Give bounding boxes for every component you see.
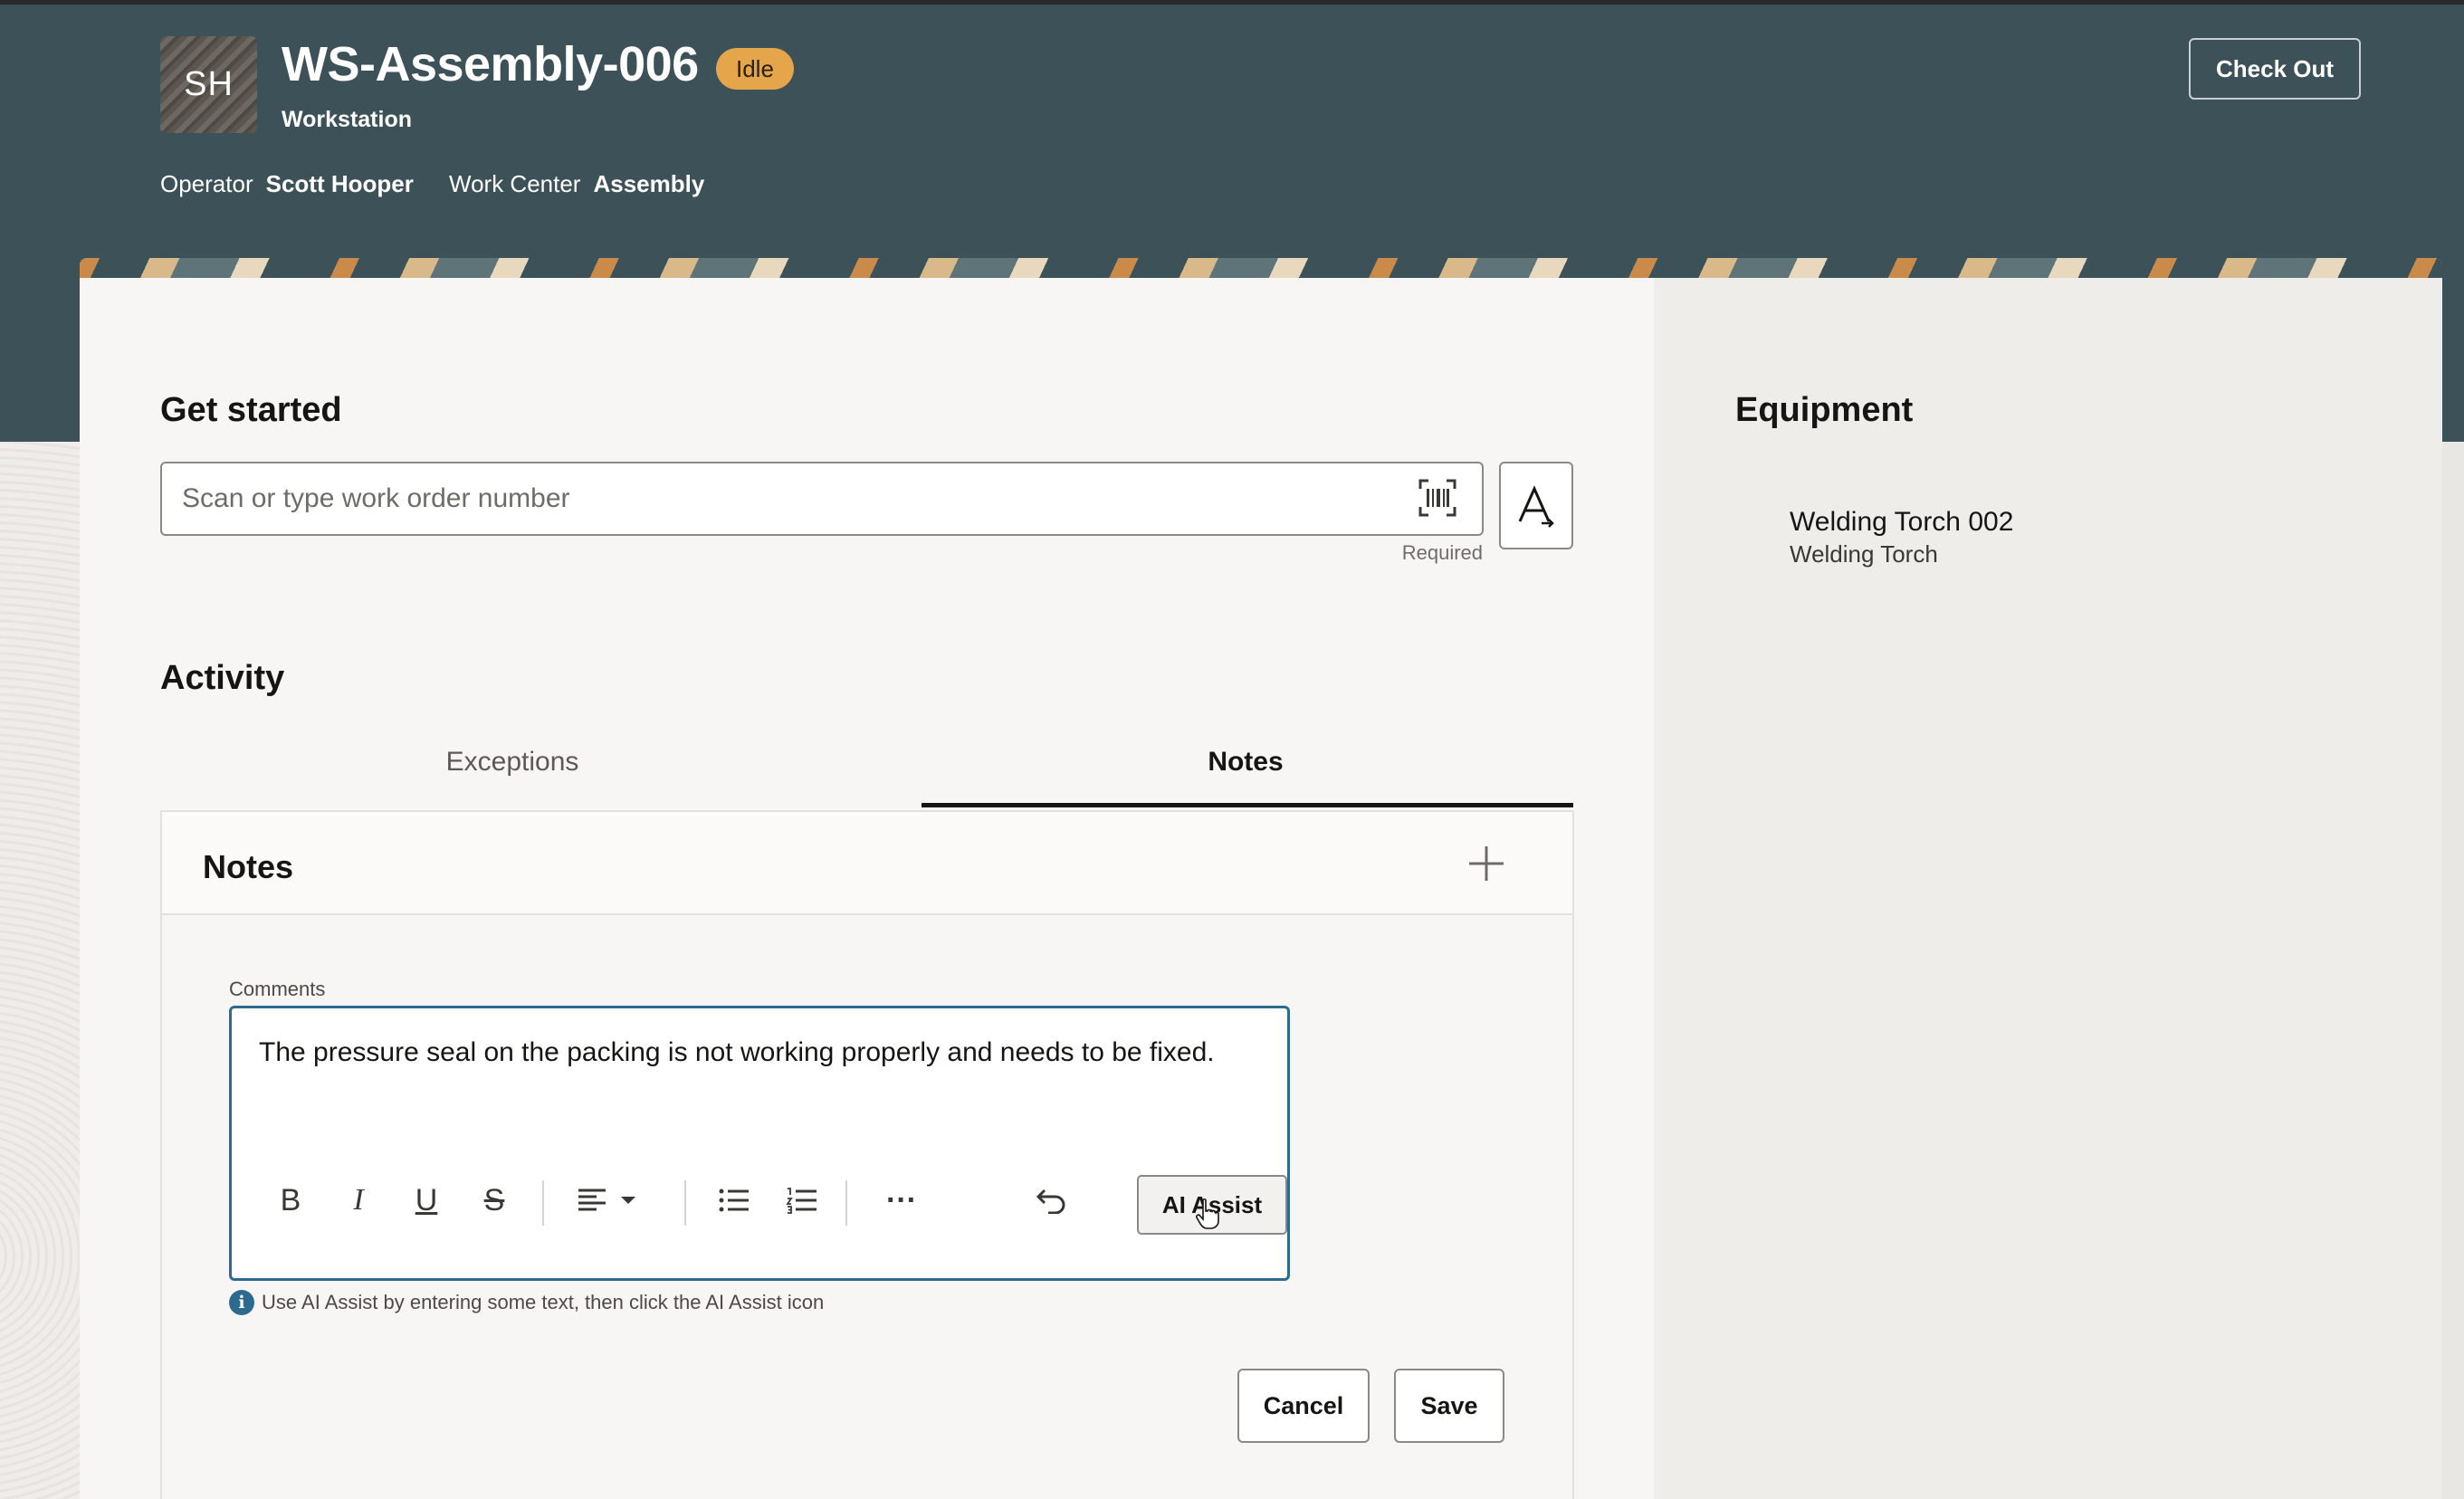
activity-heading: Activity (160, 659, 285, 697)
main-card: Get started Scan or type work order numb… (80, 258, 2442, 1499)
required-label: Required (1401, 541, 1483, 564)
bullet-list-icon (719, 1189, 749, 1212)
save-button[interactable]: Save (1394, 1369, 1504, 1443)
avatar: SH (160, 36, 257, 133)
comment-text[interactable]: The pressure seal on the packing is not … (259, 1037, 1215, 1068)
tab-exceptions[interactable]: Exceptions (241, 747, 784, 778)
work-order-input[interactable]: Scan or type work order number (160, 462, 1484, 536)
operator-info: Operator Scott Hooper (160, 170, 414, 198)
equipment-item-name[interactable]: Welding Torch 002 (1790, 507, 2013, 538)
cancel-button[interactable]: Cancel (1237, 1369, 1370, 1443)
undo-icon (1036, 1189, 1065, 1214)
ai-assist-hint: i Use AI Assist by entering some text, t… (229, 1290, 824, 1315)
numbered-list-button[interactable] (775, 1173, 829, 1227)
cursor-hand-icon (1196, 1198, 1219, 1229)
bullet-list-button[interactable] (707, 1173, 761, 1227)
decorative-banner (80, 258, 2442, 278)
get-started-heading: Get started (160, 391, 342, 429)
text-entry-icon (1518, 484, 1554, 528)
bold-button[interactable]: B (268, 1173, 313, 1227)
background-edge (2442, 442, 2464, 1499)
notes-header: Notes (162, 812, 1572, 915)
work-center-info: Work Center Assembly (449, 170, 704, 198)
page-title: WS-Assembly-006 (282, 37, 699, 91)
toolbar-divider (542, 1180, 544, 1226)
text-entry-button[interactable] (1499, 462, 1573, 549)
strikethrough-icon: S (483, 1182, 505, 1217)
align-dropdown[interactable] (567, 1173, 648, 1227)
check-out-button[interactable]: Check Out (2189, 38, 2361, 100)
numbered-list-icon (786, 1188, 817, 1214)
background-pattern (0, 442, 80, 1499)
toolbar-divider (845, 1180, 847, 1226)
page-subtitle: Workstation (282, 107, 412, 132)
barcode-scan-icon[interactable] (1418, 478, 1457, 518)
plus-icon[interactable] (1464, 841, 1509, 886)
underline-icon: U (415, 1182, 438, 1217)
comments-label: Comments (229, 978, 326, 1000)
hint-text: Use AI Assist by entering some text, the… (262, 1291, 825, 1313)
undo-button[interactable] (1024, 1173, 1078, 1227)
work-order-placeholder: Scan or type work order number (182, 483, 570, 513)
equipment-heading: Equipment (1735, 391, 1914, 429)
more-options-button[interactable]: ··· (870, 1173, 933, 1227)
status-badge: Idle (716, 48, 794, 90)
strikethrough-button[interactable]: S (472, 1173, 517, 1227)
italic-icon: I (353, 1183, 364, 1217)
toolbar-divider (684, 1180, 686, 1226)
comments-editor[interactable]: The pressure seal on the packing is not … (229, 1006, 1290, 1281)
info-icon: i (229, 1290, 254, 1315)
italic-button[interactable]: I (336, 1173, 381, 1227)
more-icon: ··· (886, 1182, 917, 1217)
operator-label: Operator (160, 170, 253, 197)
align-left-icon (578, 1189, 606, 1211)
tab-notes[interactable]: Notes (974, 747, 1517, 778)
chevron-down-icon (621, 1197, 635, 1204)
equipment-item-type: Welding Torch (1790, 540, 1938, 568)
work-center-label: Work Center (449, 170, 581, 197)
active-tab-indicator (922, 803, 1573, 807)
work-center-value: Assembly (593, 170, 705, 197)
notes-title: Notes (203, 848, 294, 885)
operator-value: Scott Hooper (265, 170, 414, 197)
underline-button[interactable]: U (404, 1173, 449, 1227)
equipment-panel (1654, 278, 2442, 1499)
bold-icon: B (280, 1182, 301, 1217)
